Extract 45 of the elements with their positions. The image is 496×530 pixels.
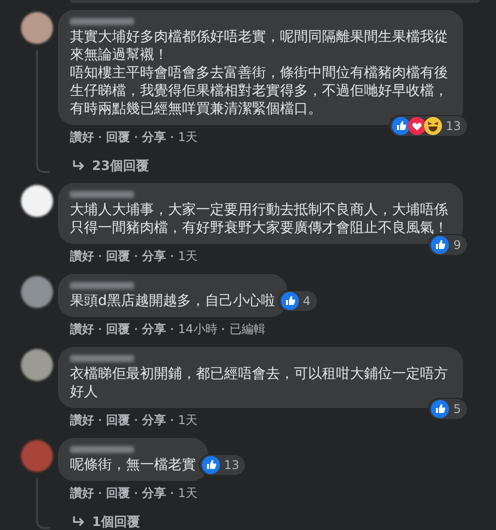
action-link[interactable]: 回覆 [106,484,130,502]
redacted-name [70,446,134,453]
comment-meta: 已編輯 [229,320,266,338]
reaction-badge[interactable]: 4 [278,291,317,311]
comment-meta: 14小時 [178,320,218,338]
comment-text: 唔知樓主平時會唔會多去富善街，條街中間位有檔豬肉檔有後生仔睇檔，我覺得佢果檔相對老實得多，不過佢哋好早收檔，有時兩點幾已經無咩買兼清潔緊個檔口。 [70,64,449,118]
action-link[interactable]: 讚好 [70,248,94,264]
action-link[interactable]: 分享 [142,320,166,338]
redacted-name [70,18,134,25]
action-link[interactable]: 分享 [142,484,166,502]
view-replies-link[interactable]: 1個回覆 [92,513,140,530]
action-link[interactable]: 分享 [142,248,166,264]
action-link[interactable]: 分享 [142,412,166,428]
comment-text: 衣檔睇佢最初開鋪，都已經唔會去，可以租咁大鋪位一定唔方好人 [70,365,449,401]
action-link[interactable]: 回覆 [106,248,130,264]
action-link[interactable]: 回覆 [106,412,130,428]
view-replies-link[interactable]: 23個回覆 [92,157,150,175]
comment-meta: 1天 [178,128,198,146]
reaction-badge[interactable]: 13 [200,455,246,475]
avatar[interactable] [21,349,53,381]
action-link[interactable]: 讚好 [70,128,94,146]
comment-text: 大埔人大埔事，大家一定要用行動去抵制不良商人，大埔唔係只得一間豬肉檔，有好野衰野大家要廣傳才會阻止不良風氣！ [70,201,449,237]
redacted-name [70,355,134,362]
avatar[interactable] [21,12,53,44]
reaction-badge[interactable]: 5 [429,399,467,419]
comment-text: 其實大埔好多肉檔都係好唔老實，呢間同隔離果間生果檔我從來無論過幫襯！ [70,28,449,64]
thread-line [36,478,50,529]
action-link[interactable]: 回覆 [106,320,130,338]
reply-arrow-icon [72,516,86,528]
comment-meta: 1天 [178,248,198,264]
action-link[interactable]: 讚好 [70,320,94,338]
reply-arrow-icon [72,160,86,172]
action-link[interactable]: 讚好 [70,412,94,428]
action-link[interactable]: 分享 [142,128,166,146]
reaction-badge[interactable]: 9 [429,235,467,255]
comment-text: 呢條街，無一檔老實 [70,456,196,474]
avatar[interactable] [21,185,53,217]
comment-meta: 1天 [178,412,198,428]
redacted-name [70,191,134,198]
redacted-name [70,282,134,289]
comment-meta: 1天 [178,484,198,502]
action-link[interactable]: 讚好 [70,484,94,502]
action-link[interactable]: 回覆 [106,128,130,146]
reaction-badge[interactable]: 13 [390,116,467,136]
comment-text: 果頭d黑店越開越多，自己小心啦 [70,292,275,310]
